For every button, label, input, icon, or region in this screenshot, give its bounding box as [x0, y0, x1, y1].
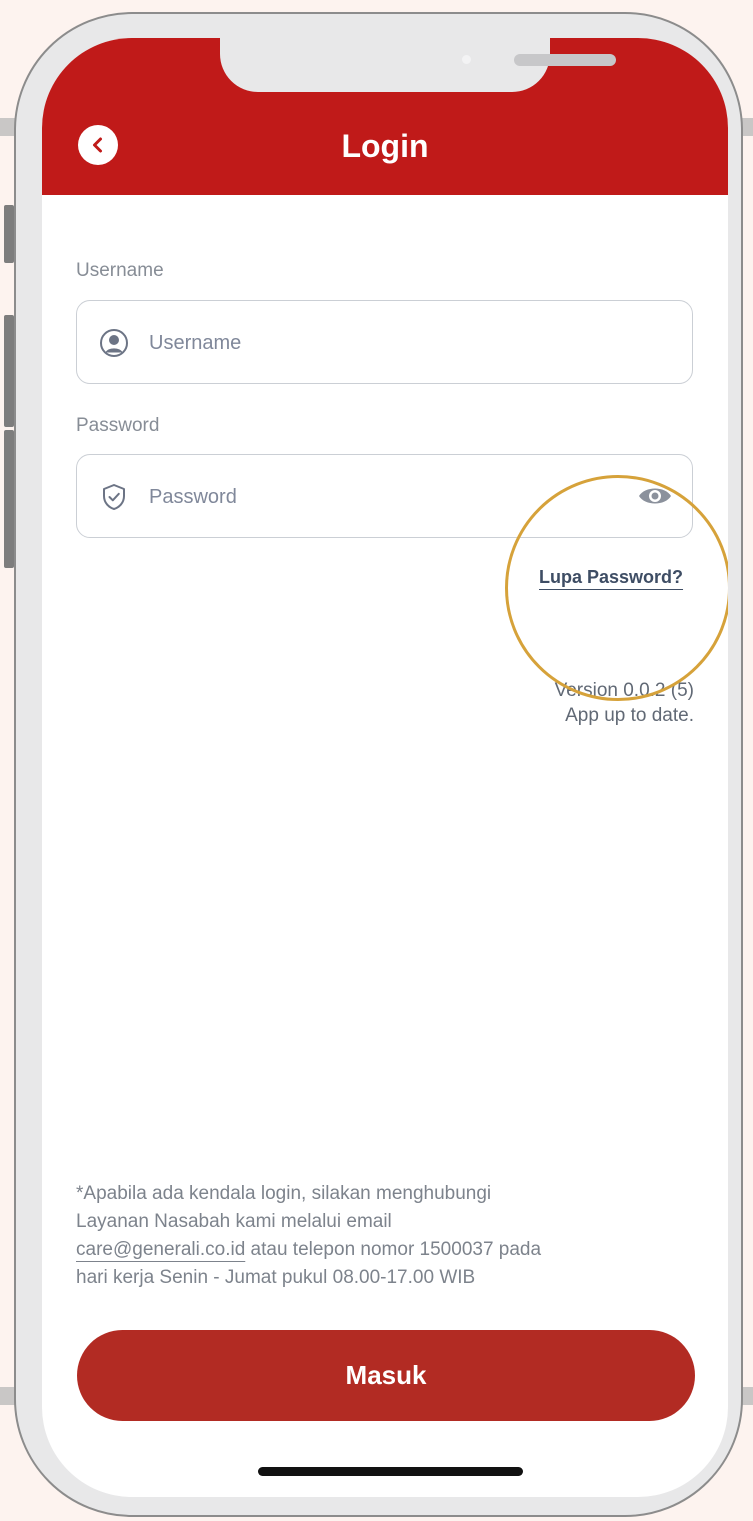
note-line-1: *Apabila ada kendala login, silakan meng…	[76, 1183, 492, 1204]
update-status-text: App up to date.	[565, 705, 694, 726]
shield-check-icon	[103, 484, 125, 510]
note-line-2: Layanan Nasabah kami melalui email	[76, 1211, 392, 1232]
username-label: Username	[76, 260, 164, 281]
home-indicator[interactable]	[258, 1467, 523, 1476]
username-field[interactable]	[76, 300, 693, 384]
user-circle-icon	[100, 329, 128, 357]
password-label: Password	[76, 415, 160, 436]
login-help-note: *Apabila ada kendala login, silakan meng…	[76, 1180, 676, 1292]
phone-side-button	[4, 430, 14, 568]
back-button[interactable]	[78, 125, 118, 165]
note-line-3-text: atau telepon nomor 1500037 pada	[245, 1239, 542, 1260]
support-email-link[interactable]: care@generali.co.id	[76, 1239, 245, 1260]
phone-side-button	[4, 205, 14, 263]
highlight-circle	[505, 475, 728, 701]
app-header: Login	[42, 38, 728, 195]
app-screen: Login Username Password Lupa Password? V…	[42, 38, 728, 1497]
phone-side-button	[4, 315, 14, 427]
chevron-left-icon	[93, 137, 102, 153]
note-line-4: hari kerja Senin - Jumat pukul 08.00-17.…	[76, 1267, 476, 1288]
page-title: Login	[341, 128, 429, 164]
login-submit-button[interactable]: Masuk	[77, 1330, 695, 1421]
phone-notch	[220, 38, 616, 92]
username-input[interactable]	[147, 321, 631, 365]
phone-speaker	[514, 54, 616, 66]
front-camera	[462, 55, 471, 64]
note-line-3: care@generali.co.id atau telepon nomor 1…	[76, 1236, 676, 1264]
